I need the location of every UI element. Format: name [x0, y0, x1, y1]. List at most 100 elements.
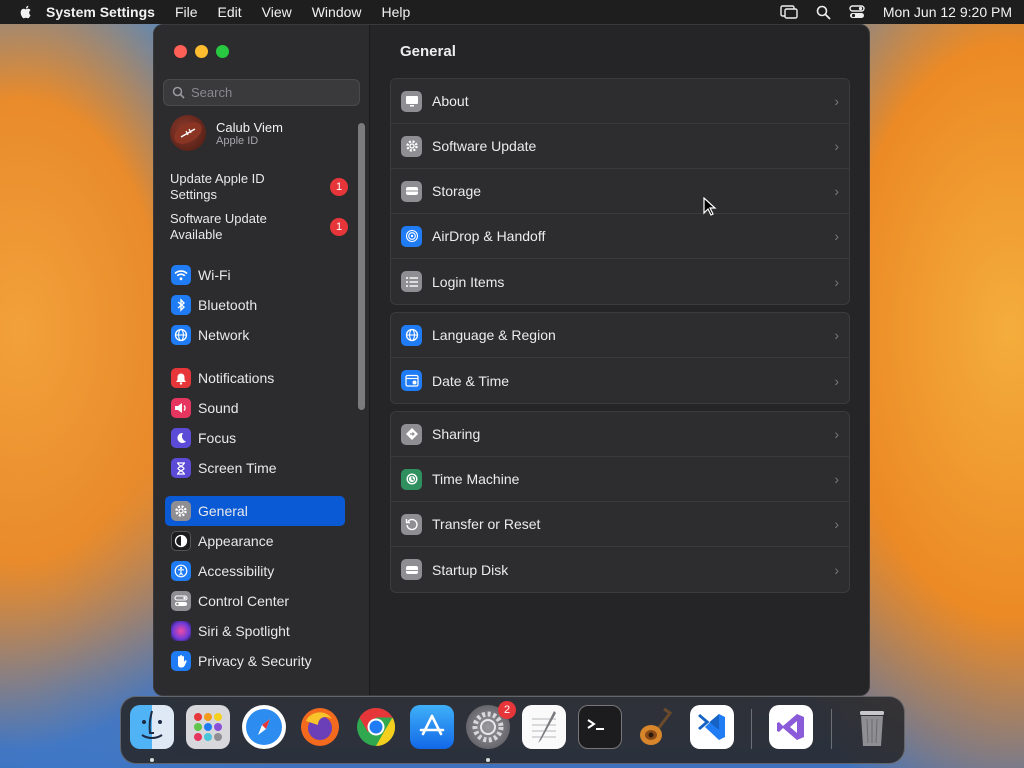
row-date-time[interactable]: Date & Time › — [391, 358, 849, 403]
row-startup-disk[interactable]: Startup Disk › — [391, 547, 849, 592]
safari-icon[interactable] — [242, 705, 286, 749]
sidebar-item-control-center[interactable]: Control Center — [165, 586, 345, 616]
sidebar-item-accessibility[interactable]: Accessibility — [165, 556, 345, 586]
launchpad-icon[interactable] — [186, 705, 230, 749]
sidebar-item-notifications[interactable]: Notifications — [165, 363, 345, 393]
sidebar-item-label: Network — [198, 327, 250, 343]
sidebar-item-privacy-security[interactable]: Privacy & Security — [165, 646, 345, 676]
drive-icon — [401, 180, 422, 202]
calendar-icon — [401, 370, 422, 391]
apple-id-account[interactable]: Calub Viem Apple ID — [170, 115, 283, 151]
row-label: Startup Disk — [432, 561, 509, 578]
zoom-button[interactable] — [216, 45, 229, 58]
terminal-icon[interactable] — [578, 705, 622, 749]
disk-icon — [401, 559, 422, 580]
search-input[interactable] — [191, 85, 351, 100]
sidebar-item-appearance[interactable]: Appearance — [165, 526, 345, 556]
sidebar-item-focus[interactable]: Focus — [165, 423, 345, 453]
chevron-right-icon: › — [834, 372, 839, 389]
notice-software-update[interactable]: Software Update Available 1 — [170, 211, 350, 243]
menu-help[interactable]: Help — [382, 4, 411, 20]
textedit-icon[interactable] — [522, 705, 566, 749]
search-field[interactable] — [163, 79, 360, 106]
globe-icon — [401, 324, 422, 346]
system-settings-icon[interactable]: 2 — [466, 701, 516, 749]
sidebar-item-label: Notifications — [198, 370, 275, 386]
globe-icon — [171, 325, 191, 345]
appearance-icon — [171, 531, 191, 551]
app-store-icon[interactable] — [410, 705, 454, 749]
notice-badge: 1 — [330, 218, 348, 236]
account-subtitle: Apple ID — [216, 134, 259, 147]
reset-icon — [401, 513, 422, 535]
row-transfer-reset[interactable]: Transfer or Reset › — [391, 502, 849, 547]
display-icon — [401, 90, 422, 112]
sidebar-item-screen-time[interactable]: Screen Time — [165, 453, 345, 483]
menu-clock[interactable]: Mon Jun 12 9:20 PM — [883, 4, 1012, 20]
spotlight-search-icon[interactable] — [816, 5, 831, 20]
wifi-icon — [171, 265, 191, 285]
sidebar-item-label: Appearance — [198, 533, 274, 549]
sidebar: Calub Viem Apple ID Update Apple ID Sett… — [154, 25, 370, 695]
row-language-region[interactable]: Language & Region › — [391, 313, 849, 358]
moon-icon — [171, 428, 191, 448]
row-label: Language & Region — [432, 327, 556, 343]
row-about[interactable]: About › — [391, 79, 849, 124]
sidebar-item-label: Wi-Fi — [198, 267, 231, 283]
firefox-icon[interactable] — [298, 705, 342, 749]
minimize-button[interactable] — [195, 45, 208, 58]
dock: 2 — [120, 696, 905, 764]
control-center-icon[interactable] — [849, 5, 865, 19]
row-storage[interactable]: Storage › — [391, 169, 849, 214]
vscode-icon[interactable] — [690, 705, 734, 749]
row-software-update[interactable]: Software Update › — [391, 124, 849, 169]
apple-menu-icon[interactable] — [18, 4, 34, 20]
row-label: Transfer or Reset — [432, 516, 541, 532]
dock-separator — [751, 709, 752, 749]
garageband-icon[interactable] — [634, 705, 678, 749]
search-icon — [172, 86, 185, 99]
gear-icon — [171, 501, 191, 521]
finder-icon[interactable] — [130, 705, 174, 749]
row-label: Date & Time — [432, 372, 510, 389]
trash-icon[interactable] — [850, 705, 894, 749]
chevron-right-icon: › — [834, 183, 839, 199]
row-sharing[interactable]: Sharing › — [391, 412, 849, 457]
sidebar-item-bluetooth[interactable]: Bluetooth — [165, 290, 345, 320]
menu-window[interactable]: Window — [312, 4, 362, 20]
chevron-right-icon: › — [834, 93, 839, 109]
sidebar-item-general[interactable]: General — [165, 496, 345, 526]
visual-studio-icon[interactable] — [769, 705, 813, 749]
sidebar-item-network[interactable]: Network — [165, 320, 345, 350]
row-login-items[interactable]: Login Items › — [391, 259, 849, 304]
menu-file[interactable]: File — [175, 4, 198, 20]
running-indicator — [150, 758, 154, 762]
notice-update-apple-id[interactable]: Update Apple ID Settings 1 — [170, 171, 350, 203]
sidebar-item-wifi[interactable]: Wi-Fi — [165, 260, 345, 290]
row-label: AirDrop & Handoff — [432, 228, 546, 244]
gear-icon — [401, 135, 422, 157]
sidebar-item-label: Privacy & Security — [198, 653, 312, 669]
chevron-right-icon: › — [834, 471, 839, 487]
chevron-right-icon: › — [834, 426, 839, 442]
row-label: Sharing — [432, 426, 481, 442]
account-name: Calub Viem — [216, 119, 283, 135]
siri-icon — [171, 621, 191, 641]
row-time-machine[interactable]: Time Machine › — [391, 457, 849, 502]
row-airdrop-handoff[interactable]: AirDrop & Handoff › — [391, 214, 849, 259]
screen-mirroring-icon[interactable] — [780, 5, 798, 19]
bell-icon — [171, 368, 191, 388]
sidebar-item-label: Screen Time — [198, 460, 277, 476]
settings-window: Calub Viem Apple ID Update Apple ID Sett… — [153, 24, 870, 696]
row-label: Login Items — [432, 273, 505, 290]
notice-badge: 1 — [330, 178, 348, 196]
menu-app-name[interactable]: System Settings — [46, 4, 155, 20]
menu-edit[interactable]: Edit — [218, 4, 242, 20]
sidebar-item-label: General — [198, 503, 248, 519]
close-button[interactable] — [174, 45, 187, 58]
sidebar-scrollbar[interactable] — [358, 123, 365, 410]
sidebar-item-siri-spotlight[interactable]: Siri & Spotlight — [165, 616, 345, 646]
sidebar-item-sound[interactable]: Sound — [165, 393, 345, 423]
chrome-icon[interactable] — [354, 705, 398, 749]
menu-view[interactable]: View — [262, 4, 292, 20]
